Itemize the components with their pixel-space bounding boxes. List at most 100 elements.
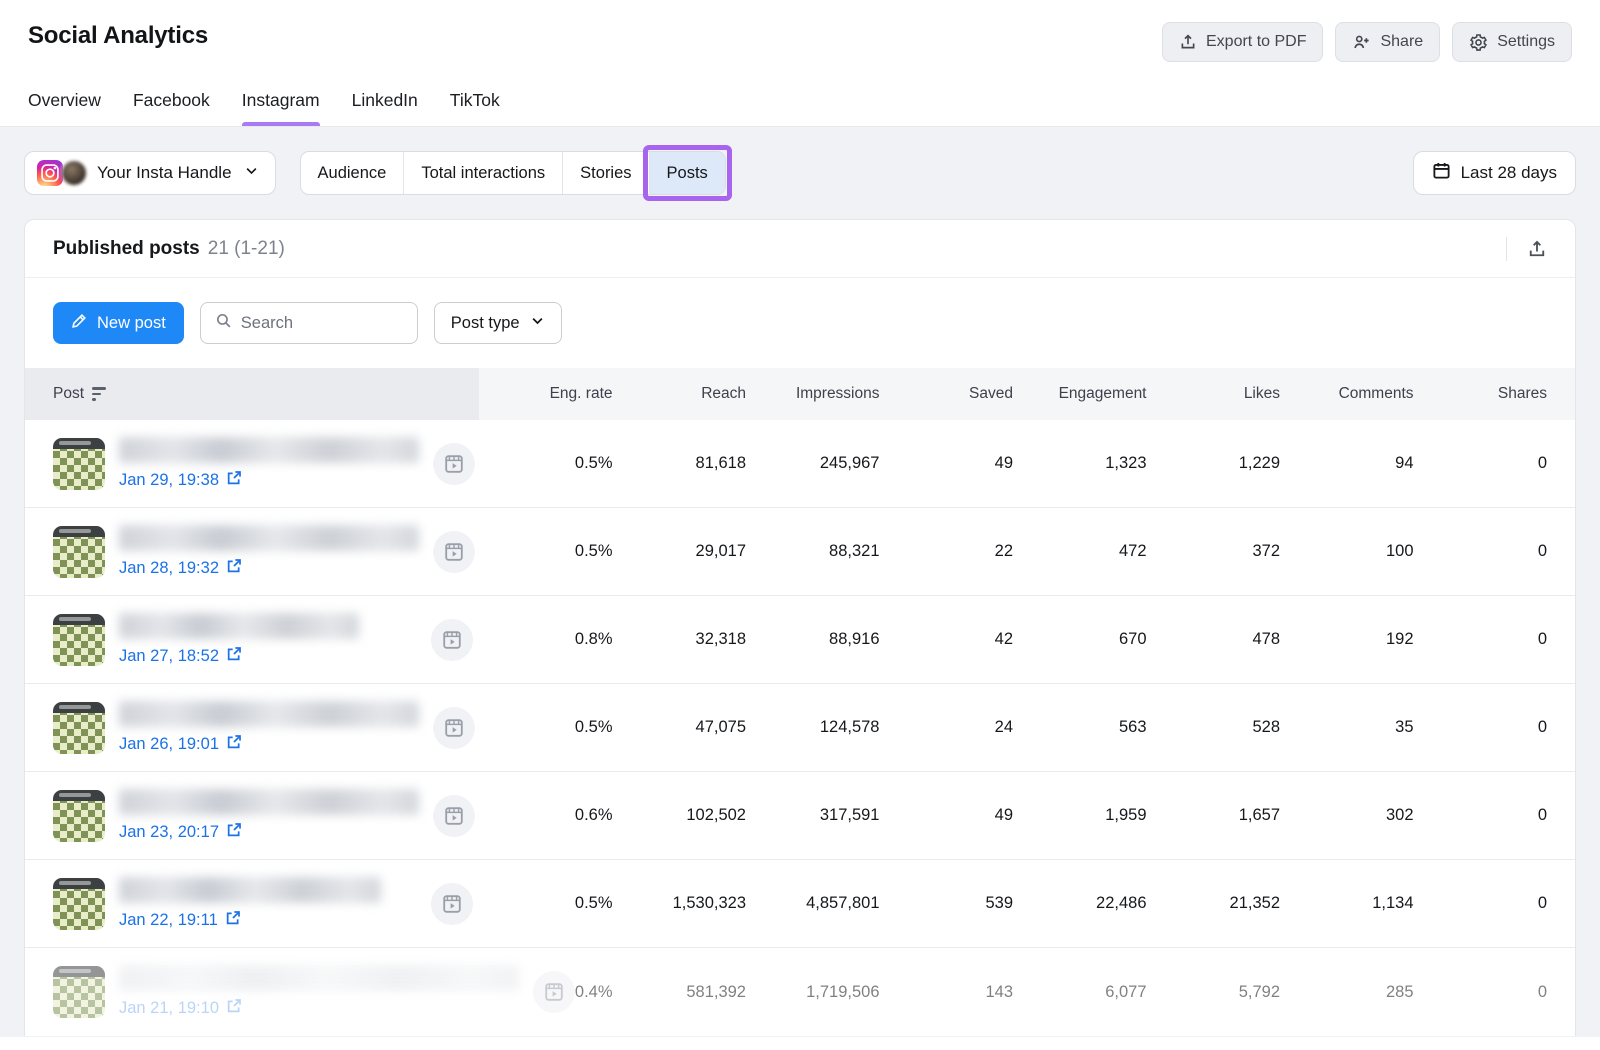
table-row: Jan 27, 18:52 0.8% 32,318 88,916 42 670 … (25, 596, 1575, 684)
date-range-button[interactable]: Last 28 days (1413, 151, 1576, 195)
shares-value: 0 (1414, 772, 1548, 859)
likes-value: 372 (1147, 508, 1281, 595)
column-header-comments[interactable]: Comments (1280, 368, 1414, 420)
chevron-down-icon (530, 313, 545, 333)
eng-rate-value: 0.5% (479, 860, 613, 947)
post-date-link[interactable]: Jan 21, 19:10 (119, 998, 242, 1019)
tab-linkedin[interactable]: LinkedIn (352, 90, 418, 126)
shares-value: 0 (1414, 948, 1548, 1036)
chevron-down-icon (244, 163, 259, 183)
post-cell: Jan 21, 19:10 (25, 948, 479, 1036)
likes-value: 21,352 (1147, 860, 1281, 947)
reach-value: 102,502 (613, 772, 747, 859)
post-date-link[interactable]: Jan 28, 19:32 (119, 558, 242, 579)
column-header-saved[interactable]: Saved (880, 368, 1014, 420)
column-header-post[interactable]: Post (25, 368, 479, 420)
instagram-icon (37, 160, 63, 186)
new-post-button[interactable]: New post (53, 302, 184, 344)
subnav: Your Insta Handle Audience Total interac… (24, 127, 1576, 195)
post-title-redacted (119, 965, 519, 991)
eng-rate-value: 0.5% (479, 684, 613, 771)
shares-value: 0 (1414, 860, 1548, 947)
saved-value: 49 (880, 772, 1014, 859)
likes-value: 1,657 (1147, 772, 1281, 859)
likes-value: 528 (1147, 684, 1281, 771)
column-header-likes[interactable]: Likes (1147, 368, 1281, 420)
reach-value: 581,392 (613, 948, 747, 1036)
segment-stories[interactable]: Stories (563, 152, 649, 194)
divider (1506, 237, 1507, 261)
post-thumbnail[interactable] (53, 966, 105, 1018)
impressions-value: 4,857,801 (746, 860, 880, 947)
post-cell: Jan 27, 18:52 (25, 596, 479, 683)
post-thumbnail[interactable] (53, 878, 105, 930)
segment-total-interactions[interactable]: Total interactions (404, 152, 563, 194)
column-header-shares[interactable]: Shares (1414, 368, 1548, 420)
post-title-redacted (119, 613, 359, 639)
reach-value: 1,530,323 (613, 860, 747, 947)
tab-facebook[interactable]: Facebook (133, 90, 210, 126)
column-header-impressions[interactable]: Impressions (746, 368, 880, 420)
likes-value: 5,792 (1147, 948, 1281, 1036)
export-table-button[interactable] (1523, 235, 1551, 263)
post-date-link[interactable]: Jan 22, 19:11 (119, 910, 241, 931)
column-header-reach[interactable]: Reach (613, 368, 747, 420)
export-pdf-button[interactable]: Export to PDF (1162, 22, 1323, 62)
reach-value: 47,075 (613, 684, 747, 771)
segment-posts[interactable]: Posts (650, 152, 725, 194)
account-selector[interactable]: Your Insta Handle (24, 151, 276, 195)
tab-instagram[interactable]: Instagram (242, 90, 320, 126)
post-thumbnail[interactable] (53, 702, 105, 754)
table-row: Jan 23, 20:17 0.6% 102,502 317,591 49 1,… (25, 772, 1575, 860)
post-thumbnail[interactable] (53, 526, 105, 578)
saved-value: 143 (880, 948, 1014, 1036)
post-thumbnail[interactable] (53, 614, 105, 666)
comments-value: 1,134 (1280, 860, 1414, 947)
video-post-icon (433, 795, 475, 837)
settings-button[interactable]: Settings (1452, 22, 1572, 62)
post-thumbnail[interactable] (53, 790, 105, 842)
post-title-redacted (119, 437, 419, 463)
engagement-value: 22,486 (1013, 860, 1147, 947)
impressions-value: 88,916 (746, 596, 880, 683)
post-date-link[interactable]: Jan 26, 19:01 (119, 734, 242, 755)
main-content: Your Insta Handle Audience Total interac… (0, 127, 1600, 1037)
comments-value: 94 (1280, 420, 1414, 507)
pencil-icon (71, 312, 88, 334)
post-cell: Jan 29, 19:38 (25, 420, 479, 507)
shares-value: 0 (1414, 508, 1548, 595)
comments-value: 192 (1280, 596, 1414, 683)
column-header-engagement[interactable]: Engagement (1013, 368, 1147, 420)
post-thumbnail[interactable] (53, 438, 105, 490)
post-title-redacted (119, 877, 381, 903)
share-person-plus-icon (1352, 33, 1371, 51)
video-post-icon (433, 443, 475, 485)
tab-tiktok[interactable]: TikTok (450, 90, 500, 126)
impressions-value: 88,321 (746, 508, 880, 595)
external-link-icon (226, 998, 242, 1019)
post-date-link[interactable]: Jan 27, 18:52 (119, 646, 242, 667)
impressions-value: 124,578 (746, 684, 880, 771)
post-title-redacted (119, 525, 419, 551)
share-button[interactable]: Share (1335, 22, 1440, 62)
saved-value: 42 (880, 596, 1014, 683)
tab-overview[interactable]: Overview (28, 90, 101, 126)
table-row: Jan 28, 19:32 0.5% 29,017 88,321 22 472 … (25, 508, 1575, 596)
saved-value: 539 (880, 860, 1014, 947)
table-header-row: Post Eng. rate Reach Impressions Saved E… (25, 368, 1575, 420)
top-header: Social Analytics Export to PDF Share Set… (0, 0, 1600, 62)
sort-icon (92, 387, 106, 401)
export-icon (1179, 33, 1197, 51)
post-date-link[interactable]: Jan 29, 19:38 (119, 470, 242, 491)
page-title: Social Analytics (28, 22, 208, 50)
video-post-icon (433, 707, 475, 749)
search-input[interactable] (241, 314, 403, 333)
segment-audience[interactable]: Audience (301, 152, 405, 194)
eng-rate-value: 0.8% (479, 596, 613, 683)
post-type-dropdown[interactable]: Post type (434, 302, 562, 344)
search-icon (215, 312, 232, 334)
column-header-eng-rate[interactable]: Eng. rate (479, 368, 613, 420)
calendar-icon (1432, 161, 1451, 185)
post-date-link[interactable]: Jan 23, 20:17 (119, 822, 242, 843)
engagement-value: 472 (1013, 508, 1147, 595)
